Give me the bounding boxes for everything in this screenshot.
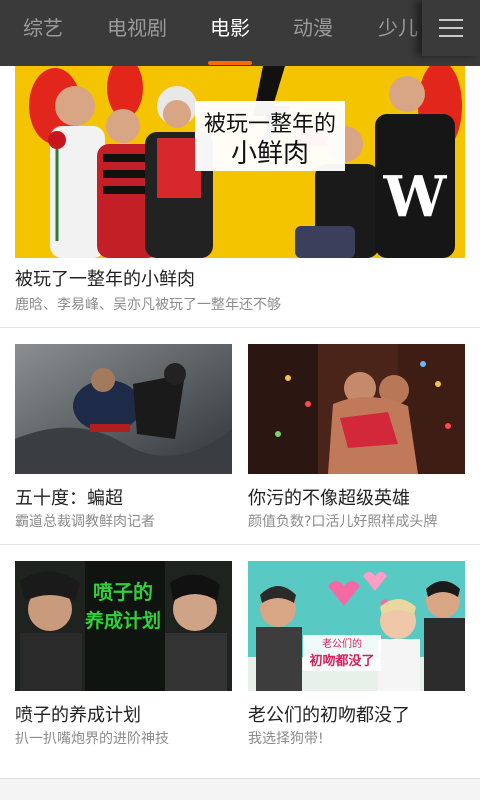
tab-movies[interactable]: 电影 <box>210 0 250 56</box>
tab-kids[interactable]: 少儿 <box>378 0 418 56</box>
card-subtitle: 霸道总裁调教鲜肉记者 <box>15 514 155 530</box>
thumbnail-caption-line2: 养成计划 <box>84 609 161 632</box>
bottom-bar <box>0 778 480 800</box>
feature-banner-image[interactable]: 被玩一整年的 小鲜肉 W <box>15 66 465 258</box>
card-title[interactable]: 老公们的初吻都没了 <box>248 701 410 727</box>
banner-letter-badge: W <box>383 164 448 230</box>
feature-title[interactable]: 被玩了一整年的小鲜肉 <box>15 265 195 291</box>
card-title[interactable]: 五十度：蝙超 <box>15 484 123 510</box>
card-title[interactable]: 喷子的养成计划 <box>15 701 141 727</box>
card-title[interactable]: 你污的不像超级英雄 <box>248 484 410 510</box>
banner-headline-line1: 被玩一整年的 <box>204 112 336 137</box>
tab-anime[interactable]: 动漫 <box>293 0 333 56</box>
thumbnail-caption-line1: 喷子的 <box>93 580 153 604</box>
feature-subtitle: 鹿晗、李易峰、吴亦凡被玩了一整年还不够 <box>15 297 281 313</box>
card-thumbnail-first-kiss[interactable]: 老公们的 初吻都没了 <box>248 561 465 691</box>
thumbnail-caption-line2: 初吻都没了 <box>309 653 374 669</box>
card-subtitle: 扒一扒嘴炮界的进阶神技 <box>15 731 169 747</box>
thumbnail-caption-line1: 老公们的 <box>322 637 362 650</box>
card-subtitle: 颜值负数?口活儿好照样成头牌 <box>248 514 438 530</box>
section-divider <box>0 544 480 545</box>
tab-tv-series[interactable]: 电视剧 <box>107 0 167 56</box>
category-tab-bar: 综艺 电视剧 电影 动漫 少儿 <box>0 0 480 66</box>
card-subtitle: 我选择狗带! <box>248 731 324 747</box>
card-thumbnail-superhero[interactable] <box>248 344 465 474</box>
card-thumbnail-troll-plan[interactable]: 喷子的 养成计划 <box>15 561 232 691</box>
section-divider <box>0 327 480 328</box>
banner-headline-line2: 小鲜肉 <box>231 139 309 169</box>
hamburger-menu-icon[interactable] <box>422 0 480 56</box>
card-thumbnail-batman-superman[interactable] <box>15 344 232 474</box>
tab-variety[interactable]: 综艺 <box>23 0 63 56</box>
active-tab-indicator <box>208 61 252 65</box>
